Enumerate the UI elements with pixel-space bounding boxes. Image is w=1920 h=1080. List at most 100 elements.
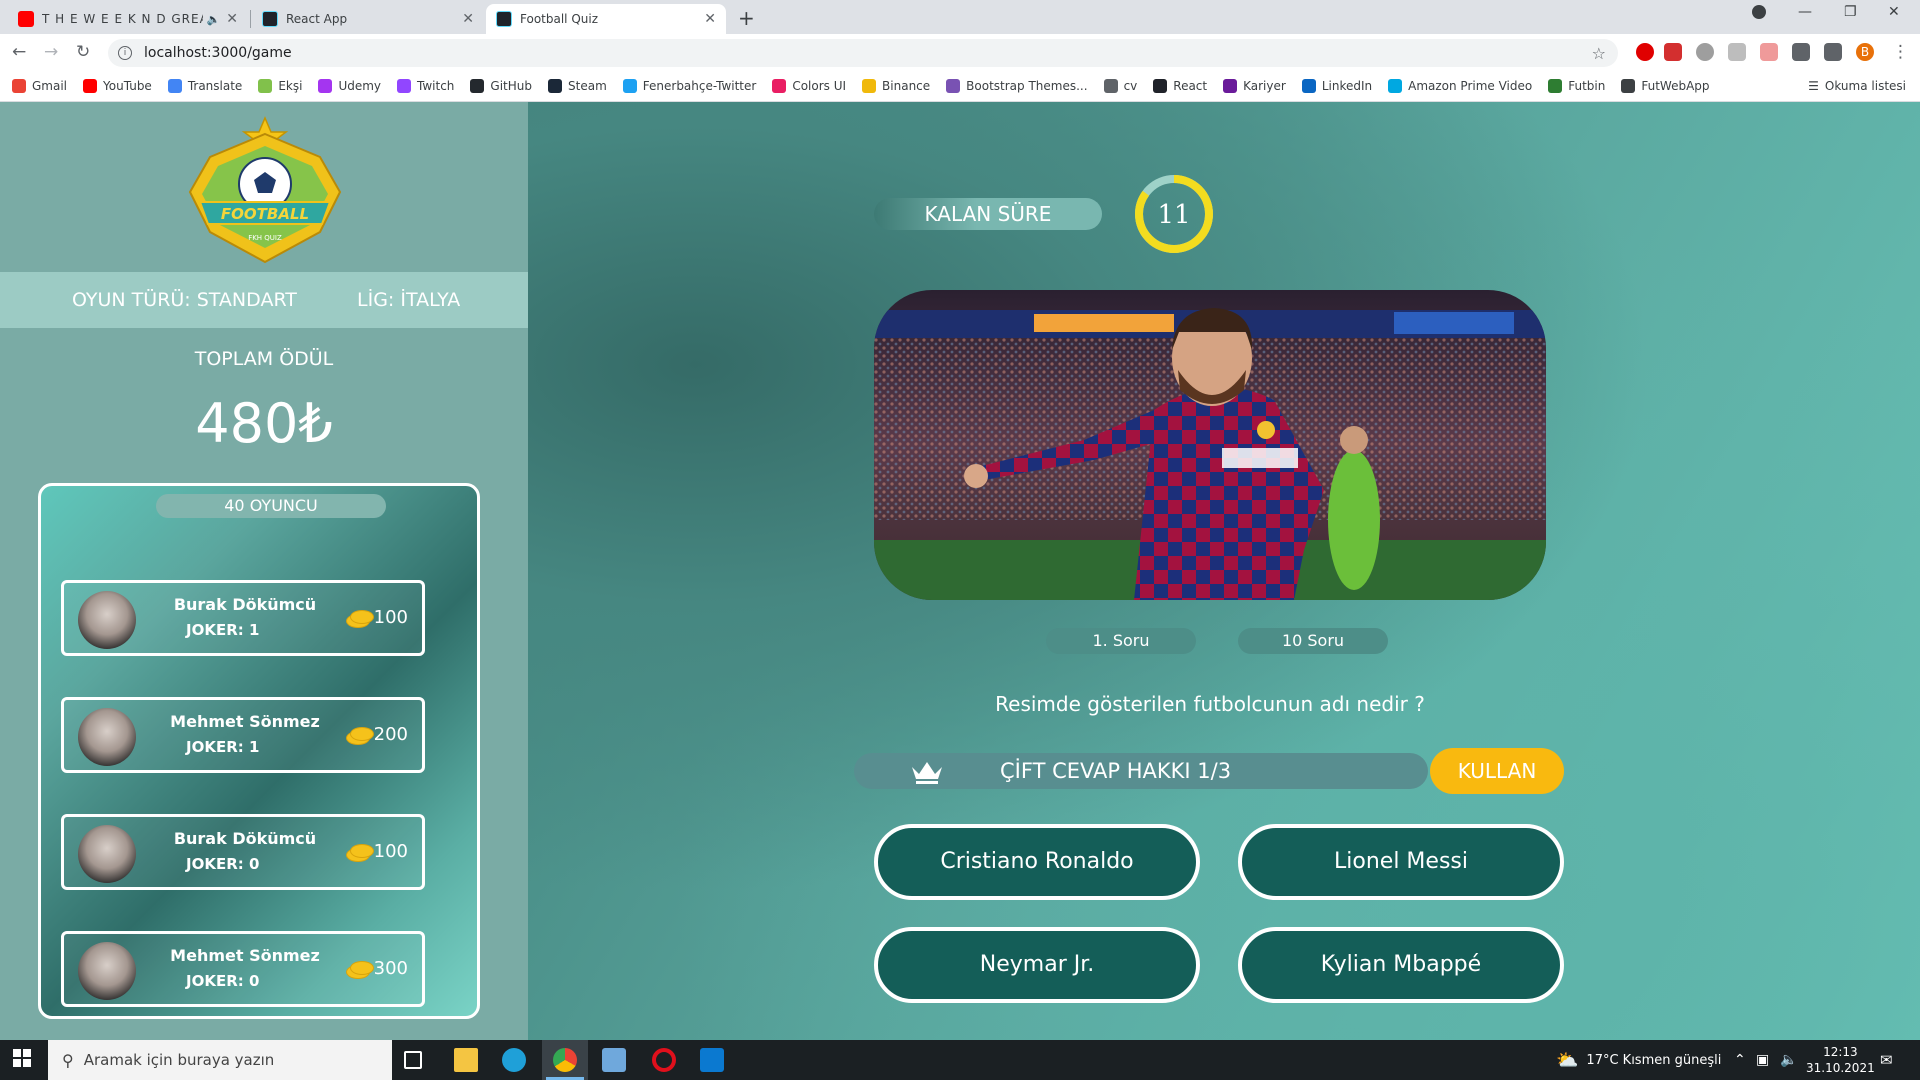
bookmark-label: Kariyer xyxy=(1243,78,1286,93)
bookmark-label: Ekşi xyxy=(278,78,303,93)
menu-dots-icon[interactable]: ⋮ xyxy=(1892,42,1909,62)
bookmark-item[interactable]: Bootstrap Themes... xyxy=(946,78,1088,93)
question-text: Resimde gösterilen futbolcunun adı nedir… xyxy=(995,692,1425,716)
player-card: Burak Dökümcü JOKER: 0 100 xyxy=(61,814,425,890)
file-explorer-icon[interactable] xyxy=(454,1048,478,1072)
bookmark-label: React xyxy=(1173,78,1208,93)
bookmark-favicon-icon xyxy=(12,78,26,93)
extension-icon[interactable] xyxy=(1728,43,1746,61)
adblock-extension-icon[interactable] xyxy=(1696,43,1714,61)
bookmark-item[interactable]: FutWebApp xyxy=(1621,78,1710,93)
clock[interactable]: 12:13 31.10.2021 xyxy=(1806,1040,1875,1080)
player-name: Mehmet Sönmez xyxy=(170,712,320,731)
reading-list-label: Okuma listesi xyxy=(1824,79,1906,93)
network-icon[interactable]: ▣ xyxy=(1756,1040,1769,1080)
answer-option-kylian-mbappe[interactable]: Kylian Mbappé xyxy=(1238,927,1564,1003)
minimize-button[interactable]: — xyxy=(1798,4,1812,20)
bookmark-item[interactable]: YouTube xyxy=(83,78,152,93)
bookmark-item[interactable]: LinkedIn xyxy=(1301,78,1373,93)
forward-button[interactable]: → xyxy=(44,42,58,62)
bookmark-item[interactable]: GitHub xyxy=(470,78,532,93)
answer-option-neymar-jr[interactable]: Neymar Jr. xyxy=(874,927,1200,1003)
clock-date: 31.10.2021 xyxy=(1806,1061,1875,1075)
bookmark-item[interactable]: Gmail xyxy=(12,78,67,93)
avatar xyxy=(78,825,136,883)
bookmark-item[interactable]: Binance xyxy=(862,78,930,93)
clock-time: 12:13 xyxy=(1823,1045,1858,1059)
bookmark-item[interactable]: Futbin xyxy=(1548,78,1605,93)
app-icon[interactable] xyxy=(602,1048,626,1072)
site-info-icon[interactable]: i xyxy=(118,46,132,60)
player-card: Mehmet Sönmez JOKER: 1 200 xyxy=(61,697,425,773)
bookmark-label: cv xyxy=(1123,78,1138,93)
taskbar-search[interactable]: ⚲ Aramak için buraya yazın xyxy=(48,1040,392,1080)
bookmark-label: LinkedIn xyxy=(1321,78,1373,93)
tab-react-app[interactable]: React App ✕ xyxy=(252,4,484,34)
close-tab-icon[interactable]: ✕ xyxy=(704,11,716,27)
close-window-button[interactable]: ✕ xyxy=(1888,4,1900,20)
bookmark-favicon-icon xyxy=(946,78,961,93)
chrome-taskbar-active[interactable] xyxy=(542,1040,588,1080)
bookmark-label: Colors UI xyxy=(792,78,847,93)
new-tab-button[interactable]: + xyxy=(738,6,755,30)
tab-title: T H E W E E K N D GREATEST xyxy=(42,12,203,26)
edge-icon[interactable] xyxy=(502,1048,526,1072)
bookmark-item[interactable]: Ekşi xyxy=(258,78,303,93)
weather-sun-icon: ⛅ xyxy=(1556,1049,1579,1071)
quiz-app: FOOTBALL FKH QUIZ OYUN TÜRÜ: STANDART Lİ… xyxy=(0,102,1920,1040)
extension-icon[interactable] xyxy=(1760,43,1778,61)
tray-chevron-icon[interactable]: ⌃ xyxy=(1734,1040,1746,1080)
bookmark-item[interactable]: Fenerbahçe-Twitter xyxy=(622,78,756,93)
game-area: KALAN SÜRE 11 1. Soru 10 Soru Resimde gö… xyxy=(528,102,1920,1040)
bookmark-item[interactable]: Twitch xyxy=(397,78,454,93)
youtube-extension-icon[interactable] xyxy=(1664,43,1682,61)
bookmark-label: Steam xyxy=(568,78,607,93)
back-button[interactable]: ← xyxy=(12,42,26,62)
player-score-value: 300 xyxy=(373,958,408,979)
bookmark-favicon-icon xyxy=(1153,78,1168,93)
chrome-icon xyxy=(553,1048,577,1072)
tab-separator xyxy=(250,10,251,28)
bookmark-item[interactable]: React xyxy=(1153,78,1208,93)
tab-football-quiz[interactable]: Football Quiz ✕ xyxy=(486,4,726,34)
tab-search-icon[interactable] xyxy=(1752,5,1766,19)
bookmark-item[interactable]: Steam xyxy=(548,78,607,93)
bookmark-favicon-icon xyxy=(470,78,485,93)
total-questions: 10 Soru xyxy=(1238,628,1388,654)
task-view-icon[interactable] xyxy=(404,1051,422,1069)
bookmark-item[interactable]: cv xyxy=(1103,78,1138,93)
profile-avatar[interactable]: B xyxy=(1856,43,1874,61)
reload-button[interactable]: ↻ xyxy=(76,42,90,62)
windows-start-icon[interactable] xyxy=(12,1048,36,1072)
speaker-icon[interactable]: 🔈 xyxy=(207,13,221,26)
weather-widget[interactable]: ⛅ 17°C Kısmen güneşli xyxy=(1556,1040,1721,1080)
bookmark-item[interactable]: Amazon Prime Video xyxy=(1388,78,1532,93)
reading-list-button[interactable]: ☰ Okuma listesi xyxy=(1808,79,1906,93)
address-bar[interactable]: i localhost:3000/game ☆ xyxy=(108,39,1618,67)
bookmark-item[interactable]: Udemy xyxy=(318,78,381,93)
volume-icon[interactable]: 🔈 xyxy=(1780,1040,1797,1080)
use-joker-button[interactable]: KULLAN xyxy=(1430,748,1564,794)
opera-icon[interactable] xyxy=(652,1048,676,1072)
player-card: Burak Dökümcü JOKER: 1 100 xyxy=(61,580,425,656)
puzzle-extensions-icon[interactable] xyxy=(1792,43,1810,61)
opera-extension-icon[interactable] xyxy=(1636,43,1654,61)
bookmark-favicon-icon xyxy=(83,78,98,93)
bookmark-item[interactable]: Colors UI xyxy=(772,78,847,93)
vscode-icon[interactable] xyxy=(700,1048,724,1072)
windows-taskbar: ⚲ Aramak için buraya yazın ⛅ 17°C Kısmen… xyxy=(0,1040,1920,1080)
close-tab-icon[interactable]: ✕ xyxy=(462,11,474,27)
bookmark-label: FutWebApp xyxy=(1641,78,1710,93)
close-tab-icon[interactable]: ✕ xyxy=(226,11,238,27)
countdown-timer: 11 xyxy=(1134,174,1214,254)
restore-button[interactable]: ❐ xyxy=(1844,4,1857,20)
bookmark-star-icon[interactable]: ☆ xyxy=(1592,44,1606,63)
game-info-strip: OYUN TÜRÜ: STANDART LİG: İTALYA xyxy=(0,272,528,328)
answer-option-lionel-messi[interactable]: Lionel Messi xyxy=(1238,824,1564,900)
bookmark-item[interactable]: Translate xyxy=(167,78,242,93)
answer-option-cristiano-ronaldo[interactable]: Cristiano Ronaldo xyxy=(874,824,1200,900)
bookmark-item[interactable]: Kariyer xyxy=(1223,78,1286,93)
tab-youtube[interactable]: T H E W E E K N D GREATEST 🔈 ✕ xyxy=(8,4,248,34)
notifications-icon[interactable]: ✉ xyxy=(1880,1040,1893,1080)
reading-list-icon[interactable] xyxy=(1824,43,1842,61)
